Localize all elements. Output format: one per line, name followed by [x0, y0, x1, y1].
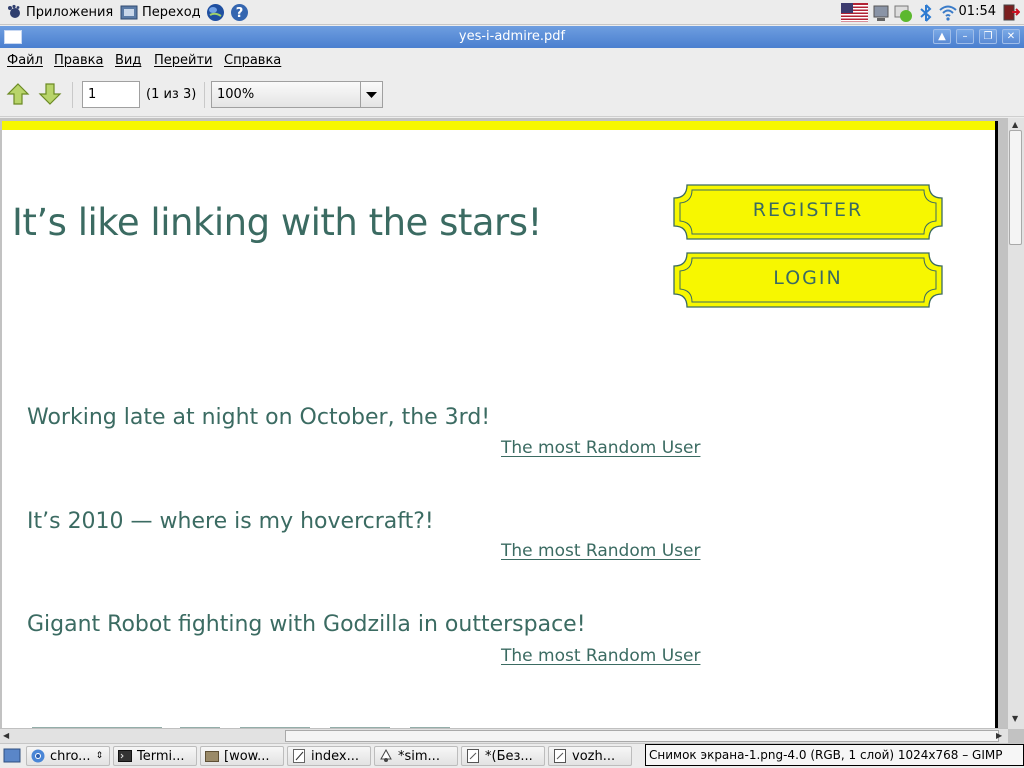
gnome-foot-icon [8, 4, 20, 18]
vertical-scroll-thumb[interactable] [1009, 130, 1022, 245]
login-button[interactable]: LOGIN [673, 252, 943, 308]
taskbar-item[interactable]: index... [287, 746, 371, 766]
show-desktop-icon[interactable] [3, 748, 21, 764]
scroll-left-icon[interactable]: ◀ [3, 731, 9, 740]
menu-go[interactable]: Перейти [154, 53, 213, 68]
page-number-input[interactable] [82, 81, 140, 108]
taskbar-item-label: *(Без... [485, 748, 533, 764]
zoom-value: 100% [217, 87, 255, 102]
taskbar-item[interactable]: *sim... [374, 746, 458, 766]
window-close-button[interactable]: ✕ [1002, 29, 1020, 44]
taskbar-item-label: vozh... [572, 748, 616, 764]
places-menu[interactable]: Переход [120, 3, 201, 21]
folder-icon [120, 5, 138, 19]
post-user-link[interactable]: The most Random User [501, 438, 700, 458]
register-label: REGISTER [752, 199, 864, 221]
pdf-page: It’s like linking with the stars! REGIST… [2, 121, 998, 743]
clipped-post-fragment [30, 721, 530, 731]
horizontal-scroll-thumb[interactable] [285, 730, 999, 742]
update-notifier-icon[interactable] [894, 3, 914, 23]
window-title: yes-i-admire.pdf [458, 29, 566, 44]
menu-edit[interactable]: Правка [54, 53, 103, 68]
scroll-up-icon[interactable]: ▲ [1012, 120, 1018, 129]
menu-help[interactable]: Справка [224, 53, 281, 68]
web-browser-launcher-icon[interactable] [206, 3, 225, 22]
chromium-icon [31, 749, 45, 763]
post-text: It’s 2010 — where is my hovercraft?! [27, 509, 434, 534]
scroll-down-icon[interactable]: ▼ [1012, 714, 1018, 723]
post-text: Working late at night on October, the 3r… [27, 405, 491, 430]
post-text: Gigant Robot fighting with Godzilla in o… [27, 612, 586, 637]
page-count-label: (1 из 3) [146, 87, 197, 102]
chevron-down-icon [366, 92, 377, 98]
taskbar-item[interactable]: vozh... [548, 746, 632, 766]
taskbar-item[interactable]: Termi... [113, 746, 197, 766]
file-manager-icon [205, 751, 219, 762]
taskbar-item-label: *sim... [398, 748, 440, 764]
toolbar-separator [72, 82, 73, 108]
us-flag-keyboard-layout-icon[interactable] [841, 3, 868, 22]
help-icon[interactable]: ? [230, 3, 249, 22]
network-status-icon[interactable] [872, 3, 892, 22]
arrow-up-icon: ▲ [938, 31, 946, 42]
window-restore-button[interactable]: ❐ [979, 29, 997, 44]
window-minimize-button[interactable]: – [956, 29, 974, 44]
close-icon: ✕ [1006, 31, 1016, 42]
document-icon [554, 749, 566, 763]
horizontal-scrollbar[interactable]: ◀ ▶ [0, 728, 1008, 743]
minimize-icon: – [962, 31, 968, 42]
vertical-scrollbar[interactable]: ▲ ▼ [1008, 118, 1024, 729]
taskbar-item[interactable]: [wow... [200, 746, 284, 766]
svg-text:?: ? [236, 6, 244, 21]
inkscape-icon [380, 749, 392, 762]
menubar: Файл Правка Вид Перейти Справка [0, 49, 1024, 72]
taskbar-item[interactable]: chro... ⇕ [26, 746, 110, 766]
login-label: LOGIN [773, 267, 843, 289]
hero-title: It’s like linking with the stars! [12, 201, 542, 244]
menu-view[interactable]: Вид [115, 53, 141, 68]
toolbar: (1 из 3) 100% [0, 72, 1024, 117]
clock[interactable]: 01:54 [959, 4, 996, 19]
header-accent-bar [2, 121, 995, 130]
register-button[interactable]: REGISTER [673, 184, 943, 240]
restore-icon: ❐ [983, 31, 993, 42]
document-icon [467, 749, 479, 763]
top-panel: Приложения Переход ? 01:54 [0, 0, 1024, 25]
applications-menu[interactable]: Приложения [6, 3, 113, 21]
text-editor-icon [293, 749, 305, 763]
taskbar-item[interactable]: *(Без... [461, 746, 545, 766]
places-label: Переход [142, 4, 201, 20]
logout-icon[interactable] [1002, 3, 1020, 22]
post-user-link[interactable]: The most Random User [501, 646, 700, 666]
post-user-link[interactable]: The most Random User [501, 541, 700, 561]
window-shade-button[interactable]: ▲ [933, 29, 951, 44]
taskbar-item-label: chro... [50, 748, 91, 764]
applications-label: Приложения [26, 4, 114, 20]
terminal-icon [118, 750, 132, 762]
toolbar-separator [204, 82, 205, 108]
bluetooth-icon[interactable] [917, 4, 935, 22]
taskbar-item-label: Termi... [137, 748, 185, 764]
document-viewport[interactable]: It’s like linking with the stars! REGIST… [0, 118, 1024, 743]
next-page-button[interactable] [38, 82, 62, 106]
window-titlebar[interactable]: yes-i-admire.pdf ▲ – ❐ ✕ [0, 26, 1024, 48]
spin-icon: ⇕ [95, 751, 104, 761]
taskbar-item-label: [wow... [224, 748, 270, 764]
zoom-dropdown-button[interactable] [360, 82, 382, 107]
scroll-right-icon[interactable]: ▶ [996, 731, 1002, 740]
wifi-icon[interactable] [938, 4, 958, 21]
zoom-select[interactable]: 100% [211, 81, 383, 108]
menu-file[interactable]: Файл [7, 53, 43, 68]
taskbar-tooltip: Снимок экрана-1.png-4.0 (RGB, 1 слой) 10… [645, 744, 1024, 766]
taskbar-item-label: index... [311, 748, 359, 764]
previous-page-button[interactable] [6, 82, 30, 106]
